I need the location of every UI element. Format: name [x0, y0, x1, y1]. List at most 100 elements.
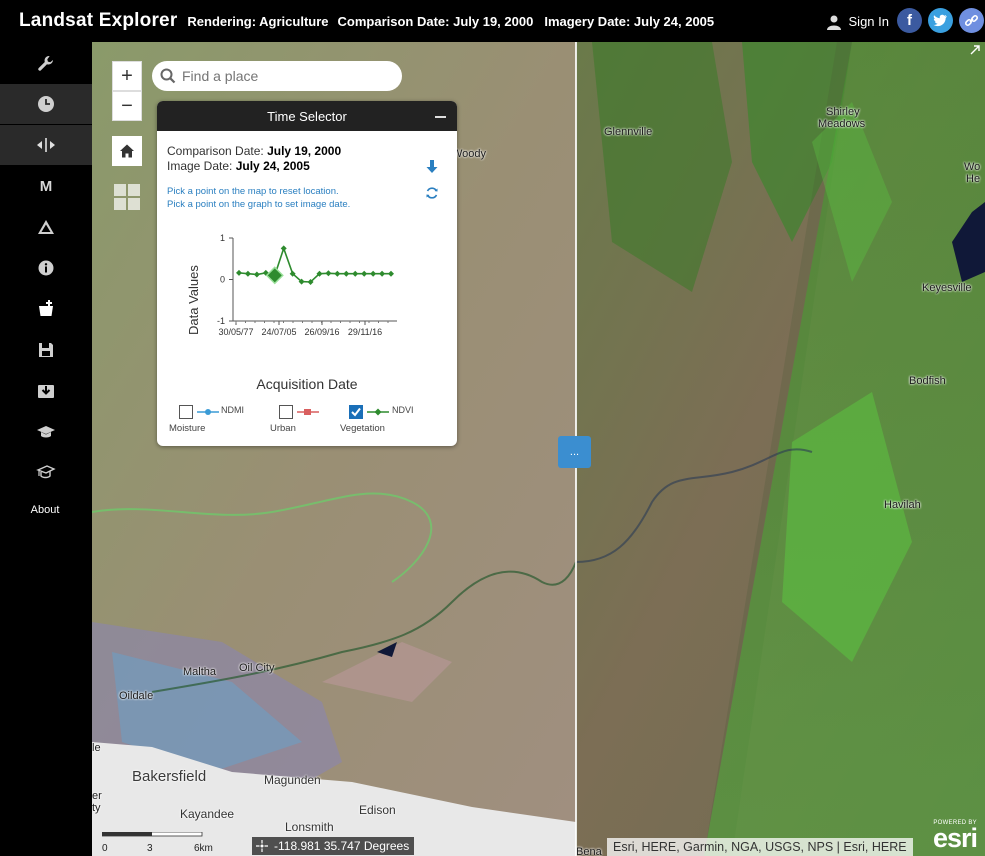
legend-category: Vegetation: [340, 423, 385, 434]
tool-tutorial[interactable]: [0, 453, 92, 493]
tool-renderer[interactable]: [0, 44, 92, 84]
profile-chart[interactable]: Data Values 1 0 -130/05/77 24/07/05 26/09/16…: [157, 221, 457, 371]
y-axis-title: Data Values: [186, 265, 201, 335]
data-point[interactable]: [253, 271, 260, 278]
place-label: Meadows: [818, 118, 866, 130]
landsat-explorer-app: Landsat Explorer Rendering: Agriculture …: [0, 0, 985, 856]
twitter-icon[interactable]: [928, 8, 953, 33]
place-label: ty: [92, 802, 101, 814]
m-letter-icon: M: [39, 177, 53, 195]
ndvi-series-line: [238, 245, 391, 283]
checkbox-ndmi[interactable]: [179, 405, 193, 419]
download-arrow-icon[interactable]: [425, 159, 439, 175]
scale-bar: 0 3 6km: [102, 832, 213, 854]
urban-line-swatch: [297, 409, 319, 415]
place-label: er: [92, 790, 102, 802]
x-tick-label: 24/07/05: [261, 327, 296, 337]
tool-change-detection[interactable]: [0, 207, 92, 247]
tool-swipe[interactable]: [0, 125, 92, 165]
zoom-in-button[interactable]: +: [112, 61, 142, 91]
panel-dates: Comparison Date: July 19, 2000 Image Dat…: [167, 144, 341, 174]
place-label: Wo: [964, 161, 981, 173]
data-point[interactable]: [352, 270, 359, 277]
scale-label-3: 3: [147, 843, 153, 854]
save-icon: [39, 343, 53, 357]
time-selector-panel: Time Selector Comparison Date: July 19, …: [157, 101, 457, 446]
x-axis-title: Acquisition Date: [256, 376, 358, 392]
esri-logo[interactable]: POWERED BY esri: [932, 820, 978, 853]
x-tick-label: 26/09/16: [304, 327, 339, 337]
checkbox-ndvi-checked[interactable]: [349, 405, 363, 419]
minimize-icon[interactable]: [435, 109, 447, 121]
place-label: Shirley: [826, 106, 860, 118]
data-point[interactable]: [388, 270, 394, 277]
panel-title: Time Selector: [267, 108, 347, 124]
comparison-date-value: July 19, 2000: [267, 144, 342, 158]
x-tick-label: 29/11/16: [348, 327, 382, 337]
data-point[interactable]: [334, 270, 341, 277]
data-point[interactable]: [343, 270, 350, 277]
chart-legend: NDMI Moisture Urban NDVI Vegetation: [157, 403, 457, 443]
tool-learn[interactable]: [0, 412, 92, 452]
place-label: Edison: [359, 803, 396, 817]
tool-export[interactable]: [0, 371, 92, 411]
crosshair-icon: [256, 840, 268, 852]
link-icon[interactable]: [959, 8, 984, 33]
zoom-out-button[interactable]: −: [112, 91, 142, 121]
data-point[interactable]: [325, 270, 332, 277]
facebook-icon[interactable]: f: [897, 8, 922, 33]
ndmi-line-swatch: [197, 409, 219, 415]
place-label: Bakersfield: [132, 768, 207, 785]
place-label: Havilah: [884, 499, 921, 511]
tool-time-selector[interactable]: [0, 84, 92, 124]
about-link[interactable]: About: [0, 504, 90, 516]
data-point[interactable]: [244, 270, 251, 277]
tool-bookmarks[interactable]: [0, 289, 92, 329]
esri-wordmark: esri: [932, 823, 978, 853]
data-point[interactable]: [370, 270, 377, 277]
scale-label-6km: 6km: [194, 843, 213, 854]
map-view[interactable]: Woody Glennville Shirley Meadows Wo He K…: [92, 42, 985, 856]
user-icon: [826, 15, 841, 30]
tool-mask[interactable]: M: [0, 166, 92, 206]
info-icon: [38, 260, 54, 276]
comparison-date-label: Comparison Date: July 19, 2000: [337, 13, 534, 29]
place-label: Magunden: [264, 773, 321, 787]
swipe-handle[interactable]: ...: [558, 436, 591, 468]
data-point[interactable]: [361, 270, 368, 277]
search-box: [152, 61, 402, 91]
home-button[interactable]: [112, 136, 142, 166]
data-point[interactable]: [280, 245, 287, 252]
coordinates-readout[interactable]: -118.981 35.747 Degrees: [252, 837, 415, 855]
swipe-compare-icon: [37, 138, 55, 152]
place-label: Oildale: [119, 690, 154, 702]
expand-icon[interactable]: [969, 44, 981, 56]
hint-reset-location: Pick a point on the map to reset locatio…: [167, 186, 339, 197]
place-label: Oil City: [239, 662, 275, 674]
data-point[interactable]: [379, 270, 386, 277]
place-label: Keyesville: [922, 282, 972, 294]
legend-category: Moisture: [169, 423, 206, 434]
place-label: Woody: [452, 148, 487, 160]
refresh-icon[interactable]: [425, 186, 439, 200]
header-actions: Sign In f: [826, 8, 985, 33]
hint-set-date: Pick a point on the graph to set image d…: [167, 199, 351, 210]
delta-icon: [38, 220, 54, 234]
place-label: Maltha: [183, 666, 217, 678]
tool-save[interactable]: [0, 330, 92, 370]
image-date-value: July 24, 2005: [235, 159, 310, 173]
tool-identify[interactable]: [0, 248, 92, 288]
data-point[interactable]: [236, 269, 242, 276]
home-icon: [120, 144, 134, 158]
top-bar: Landsat Explorer Rendering: Agriculture …: [0, 0, 985, 42]
x-tick-label: 30/05/77: [218, 327, 253, 337]
coordinates-text: -118.981 35.747 Degrees: [274, 839, 410, 853]
place-label: le: [92, 742, 101, 754]
checkbox-urban[interactable]: [279, 405, 293, 419]
selected-data-point[interactable]: [265, 266, 284, 285]
sign-in-button[interactable]: Sign In: [826, 14, 889, 30]
basemap-toggle-icon[interactable]: [114, 184, 140, 210]
comparison-date-caption: Comparison Date:: [167, 144, 264, 158]
sign-in-label: Sign In: [848, 14, 889, 29]
search-input[interactable]: [182, 68, 382, 84]
